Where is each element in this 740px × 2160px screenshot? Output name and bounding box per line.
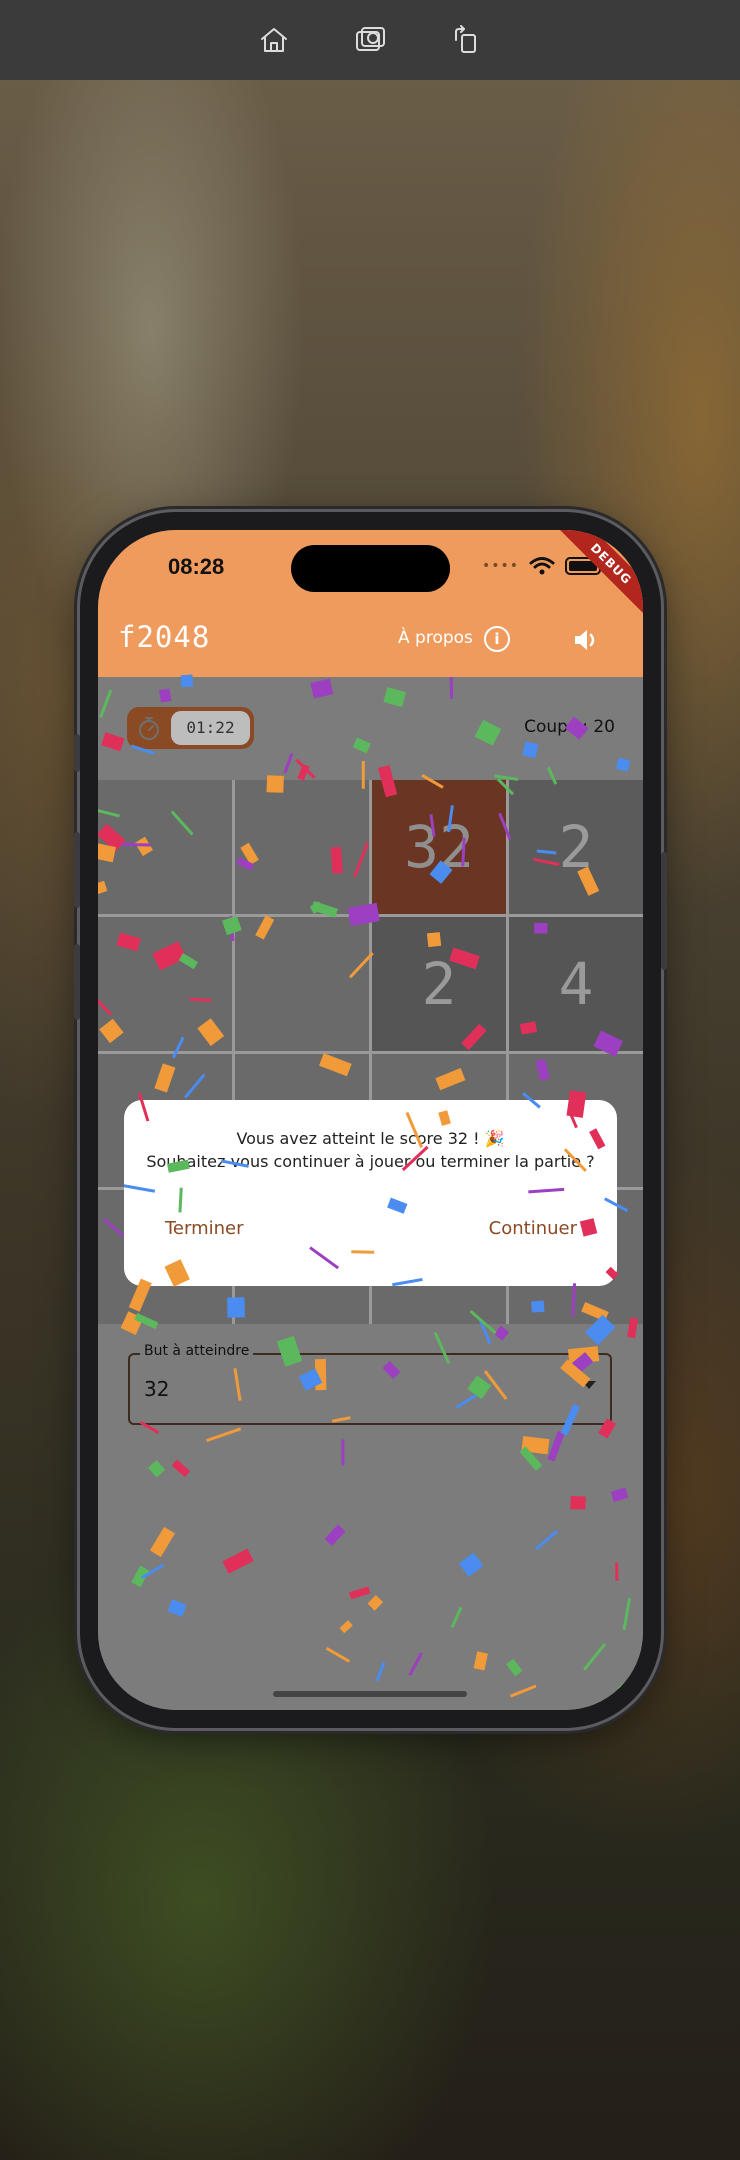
- board-cell: [98, 780, 232, 914]
- dialog-message: Vous avez atteint le score 32 ! 🎉 Souhai…: [124, 1127, 617, 1173]
- speaker-icon[interactable]: [572, 626, 600, 654]
- end-button[interactable]: Terminer: [165, 1218, 244, 1239]
- home-icon[interactable]: [257, 23, 291, 57]
- dialog-line-2: Souhaitez-vous continuer à jouer ou term…: [146, 1152, 595, 1171]
- stopwatch-icon: [139, 717, 159, 740]
- wifi-icon: [529, 557, 555, 575]
- app-title: f2048: [118, 620, 211, 654]
- dynamic-island: [291, 545, 450, 592]
- volume-down-button: [74, 944, 80, 1020]
- tile-2: 2: [509, 780, 643, 914]
- tile-32: 32: [372, 780, 506, 914]
- phone-screen: 08:28 •••• DEBUG f2048 À propos i 01:22: [98, 530, 643, 1710]
- target-label: But à atteindre: [140, 1343, 254, 1359]
- target-value: 32: [144, 1377, 170, 1401]
- score-dialog: Vous avez atteint le score 32 ! 🎉 Souhai…: [124, 1100, 617, 1286]
- power-button: [661, 852, 667, 970]
- home-indicator: [273, 1691, 467, 1697]
- board-cell: [98, 916, 232, 1051]
- board-cell: [235, 916, 369, 1051]
- simulator-toolbar: [0, 0, 740, 80]
- chevron-down-icon: [582, 1381, 596, 1389]
- tile-4: 4: [509, 916, 643, 1051]
- target-select[interactable]: But à atteindre 32: [128, 1343, 612, 1425]
- continue-button[interactable]: Continuer: [489, 1218, 577, 1239]
- moves-count: Coups : 20: [524, 717, 615, 737]
- volume-up-button: [74, 832, 80, 908]
- board-cell: [235, 780, 369, 914]
- rotate-icon[interactable]: [449, 23, 483, 57]
- tile-2: 2: [372, 916, 506, 1051]
- screenshot-icon[interactable]: [353, 23, 387, 57]
- signal-icon: ••••: [482, 558, 520, 574]
- timer: 01:22: [127, 707, 254, 749]
- status-time: 08:28: [168, 554, 225, 579]
- timer-value: 01:22: [171, 711, 250, 745]
- about-link[interactable]: À propos: [398, 628, 473, 648]
- info-icon[interactable]: i: [484, 626, 510, 652]
- action-button: [74, 734, 80, 772]
- status-icons: ••••: [482, 556, 605, 576]
- dialog-line-1: Vous avez atteint le score 32 ! 🎉: [236, 1129, 505, 1148]
